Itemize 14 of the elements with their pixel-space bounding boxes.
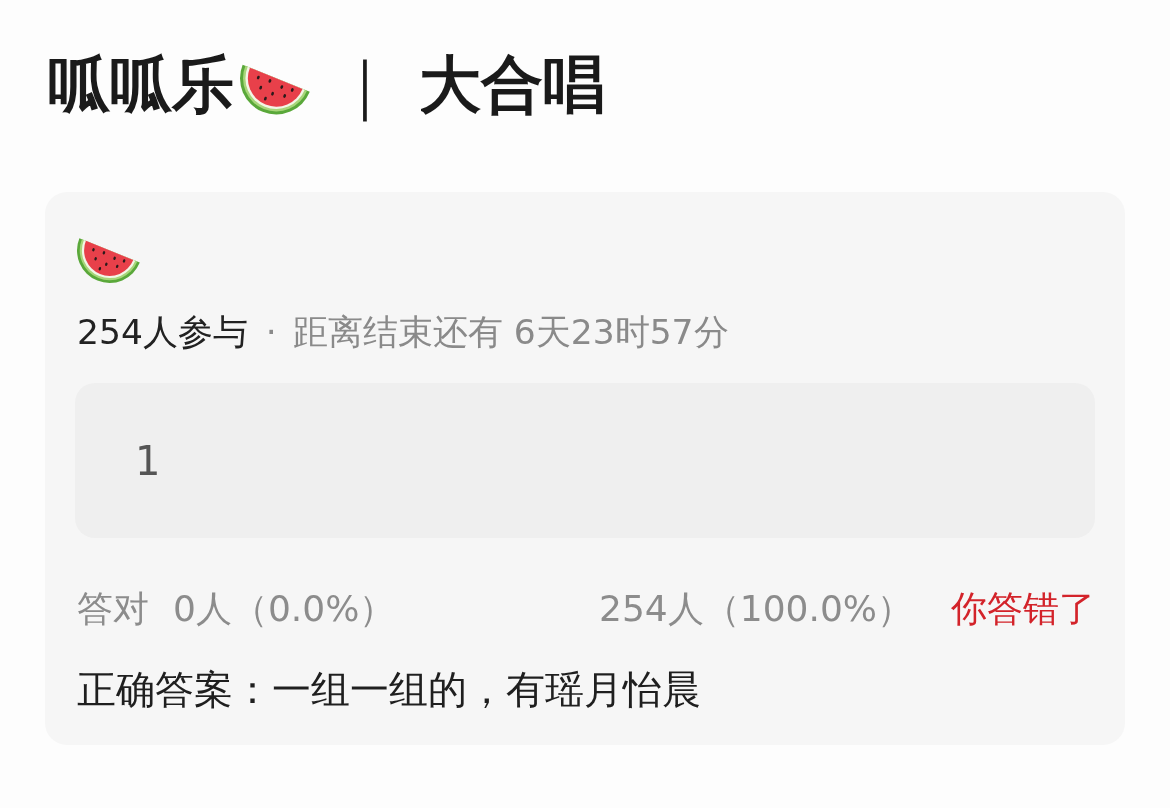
correct-count: 0人（0.0%） <box>173 587 396 631</box>
watermelon-icon <box>77 237 140 284</box>
page-subtitle: 大合唱 <box>419 54 605 116</box>
separator-dot: · <box>265 311 277 354</box>
countdown-text: 距离结束还有 6天23时57分 <box>292 311 729 354</box>
watermelon-icon <box>240 63 310 115</box>
title-separator: ｜ <box>334 46 395 124</box>
correct-answer-text: 正确答案：一组一组的，有瑶月怡晨 <box>77 666 702 714</box>
page-title: 呱呱乐 <box>48 54 234 116</box>
answer-box: 1 <box>75 383 1095 538</box>
participant-count: 254人参与 <box>77 311 248 354</box>
wrong-count: 254人（100.0%） <box>599 587 913 631</box>
correct-label: 答对 <box>77 587 149 631</box>
result-text: 你答错了 <box>951 587 1095 631</box>
